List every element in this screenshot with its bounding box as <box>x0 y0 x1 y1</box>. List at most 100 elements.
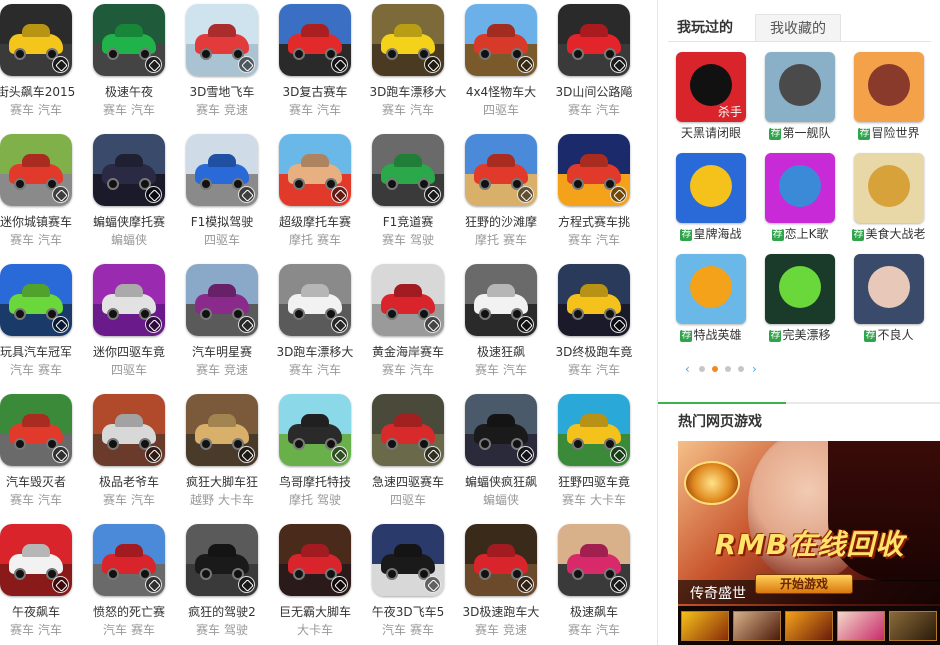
game-tag[interactable]: 越野 <box>190 493 214 507</box>
game-tag[interactable]: 四驱车 <box>390 493 426 507</box>
played-game-label[interactable]: 特战英雄 <box>693 328 741 342</box>
game-card[interactable]: 方程式赛车挑 赛车 汽车 <box>552 134 636 248</box>
game-name[interactable]: 3D复古赛车 <box>273 85 357 100</box>
game-name[interactable]: 4x4怪物车大 <box>459 85 543 100</box>
game-card[interactable]: 蝙蝠侠摩托赛 蝙蝠侠 <box>87 134 171 248</box>
game-name[interactable]: 疯狂的驾驶2 <box>180 605 264 620</box>
game-tag[interactable]: 大卡车 <box>218 493 254 507</box>
played-game-thumbnail[interactable] <box>854 153 924 223</box>
game-tag[interactable]: 赛车 <box>475 623 499 637</box>
played-game-name[interactable]: 荐第一舰队 <box>757 126 843 141</box>
game-name[interactable]: 午夜3D飞车5 <box>366 605 450 620</box>
game-tag[interactable]: 汽车 <box>596 623 620 637</box>
game-name[interactable]: 迷你四驱车竟 <box>87 345 171 360</box>
game-name[interactable]: 极速狂飙 <box>459 345 543 360</box>
pager-dot[interactable] <box>725 366 731 372</box>
played-game-card[interactable]: 荐完美漂移 <box>757 254 843 343</box>
next-arrow-icon[interactable]: › <box>752 362 757 376</box>
game-tag[interactable]: 赛车 <box>568 623 592 637</box>
game-card[interactable]: 3D跑车漂移大 赛车 汽车 <box>273 264 357 378</box>
game-thumbnail[interactable] <box>372 394 444 466</box>
game-card[interactable]: 迷你城镇赛车 赛车 汽车 <box>0 134 78 248</box>
game-tag[interactable]: 摩托 <box>289 493 313 507</box>
prev-arrow-icon[interactable]: ‹ <box>685 362 690 376</box>
game-name[interactable]: 3D山间公路飚 <box>552 85 636 100</box>
game-tag[interactable]: 赛车 <box>568 103 592 117</box>
game-name[interactable]: 急速四驱赛车 <box>366 475 450 490</box>
game-name[interactable]: 3D雪地飞车 <box>180 85 264 100</box>
game-thumbnail[interactable] <box>0 134 72 206</box>
strip-thumb[interactable] <box>889 611 937 641</box>
game-name[interactable]: 汽车明星赛 <box>180 345 264 360</box>
game-tag[interactable]: 摩托 <box>289 233 313 247</box>
played-game-label[interactable]: 天黑请闭眼 <box>681 126 741 140</box>
game-name[interactable]: 疯狂大脚车狂 <box>180 475 264 490</box>
game-thumbnail[interactable] <box>465 4 537 76</box>
game-tag[interactable]: 汽车 <box>10 363 34 377</box>
game-thumbnail[interactable] <box>0 4 72 76</box>
game-tag[interactable]: 汽车 <box>38 623 62 637</box>
game-thumbnail[interactable] <box>279 524 351 596</box>
played-game-name[interactable]: 荐美食大战老 <box>846 227 932 242</box>
game-tag[interactable]: 驾驶 <box>410 233 434 247</box>
pager-dot[interactable] <box>712 366 718 372</box>
game-tag[interactable]: 赛车 <box>10 623 34 637</box>
game-tag[interactable]: 四驱车 <box>111 363 147 377</box>
played-game-label[interactable]: 皇牌海战 <box>693 227 741 241</box>
game-name[interactable]: 黄金海岸赛车 <box>366 345 450 360</box>
played-game-card[interactable]: 荐美食大战老 <box>846 153 932 242</box>
game-thumbnail[interactable] <box>558 524 630 596</box>
game-thumbnail[interactable] <box>186 524 258 596</box>
game-name[interactable]: 狂野的沙滩摩 <box>459 215 543 230</box>
game-tag[interactable]: 赛车 <box>317 233 341 247</box>
game-tag[interactable]: 汽车 <box>317 363 341 377</box>
game-tag[interactable]: 赛车 <box>562 493 586 507</box>
game-tag[interactable]: 汽车 <box>38 233 62 247</box>
game-tag[interactable]: 汽车 <box>382 623 406 637</box>
played-game-card[interactable]: 荐不良人 <box>846 254 932 343</box>
game-name[interactable]: 玩具汽车冠军 <box>0 345 78 360</box>
game-tag[interactable]: 赛车 <box>10 233 34 247</box>
game-card[interactable]: 3D极速跑车大 赛车 竞速 <box>459 524 543 638</box>
game-name[interactable]: 巨无霸大脚车 <box>273 605 357 620</box>
game-tag[interactable]: 汽车 <box>410 363 434 377</box>
game-name[interactable]: 鸟哥摩托特技 <box>273 475 357 490</box>
played-game-thumbnail[interactable] <box>765 254 835 324</box>
game-thumbnail[interactable] <box>0 264 72 336</box>
game-card[interactable]: 鸟哥摩托特技 摩托 驾驶 <box>273 394 357 508</box>
promo-banner[interactable]: RMB在线回收 开始游戏 传奇盛世 <box>678 441 940 645</box>
played-game-name[interactable]: 荐冒险世界 <box>846 126 932 141</box>
game-thumbnail[interactable] <box>558 264 630 336</box>
game-tag[interactable]: 赛车 <box>568 233 592 247</box>
played-game-thumbnail[interactable] <box>854 52 924 122</box>
game-tag[interactable]: 竞速 <box>224 103 248 117</box>
played-game-card[interactable]: 荐皇牌海战 <box>668 153 754 242</box>
game-name[interactable]: 方程式赛车挑 <box>552 215 636 230</box>
game-thumbnail[interactable] <box>0 524 72 596</box>
game-card[interactable]: 4x4怪物车大 四驱车 <box>459 4 543 118</box>
game-card[interactable]: 午夜飙车 赛车 汽车 <box>0 524 78 638</box>
game-thumbnail[interactable] <box>186 264 258 336</box>
game-tag[interactable]: 竞速 <box>224 363 248 377</box>
game-card[interactable]: 3D终极跑车竟 赛车 汽车 <box>552 264 636 378</box>
game-tag[interactable]: 赛车 <box>568 363 592 377</box>
game-card[interactable]: 3D复古赛车 赛车 汽车 <box>273 4 357 118</box>
played-game-thumbnail[interactable] <box>765 52 835 122</box>
game-card[interactable]: 蝙蝠侠疯狂飙 蝙蝠侠 <box>459 394 543 508</box>
game-thumbnail[interactable] <box>465 524 537 596</box>
played-game-label[interactable]: 冒险世界 <box>871 126 919 140</box>
game-thumbnail[interactable] <box>0 394 72 466</box>
game-tag[interactable]: 汽车 <box>131 103 155 117</box>
game-card[interactable]: 狂野四驱车竟 赛车 大卡车 <box>552 394 636 508</box>
game-thumbnail[interactable] <box>279 134 351 206</box>
game-tag[interactable]: 汽车 <box>103 623 127 637</box>
game-tag[interactable]: 大卡车 <box>297 623 333 637</box>
played-game-card[interactable]: 荐恋上K歌 <box>757 153 843 242</box>
game-thumbnail[interactable] <box>372 524 444 596</box>
game-tag[interactable]: 大卡车 <box>590 493 626 507</box>
game-tag[interactable]: 赛车 <box>196 363 220 377</box>
game-tag[interactable]: 赛车 <box>475 363 499 377</box>
game-name[interactable]: 汽车毁灭者 <box>0 475 78 490</box>
game-thumbnail[interactable] <box>279 4 351 76</box>
game-tag[interactable]: 赛车 <box>103 103 127 117</box>
